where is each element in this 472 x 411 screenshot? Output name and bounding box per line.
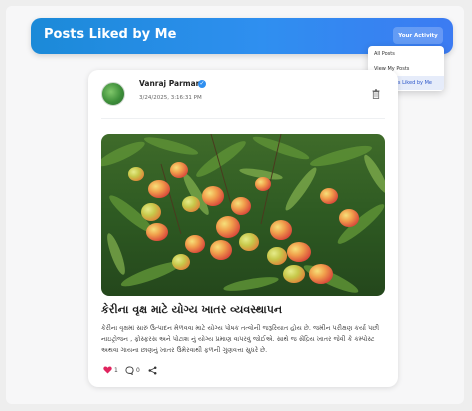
your-activity-button[interactable]: Your Activity xyxy=(393,27,443,44)
page-title: Posts Liked by Me xyxy=(44,27,177,42)
post-body: કેરીના વૃક્ષમાં સારું ઉત્પાદન મેળવવા માટ… xyxy=(101,324,380,354)
post-image xyxy=(101,134,385,296)
author-name[interactable]: Vanraj Parmar xyxy=(139,79,199,88)
post-card: Vanraj Parmar ✓ 3/24/2025, 3:16:31 PM કે… xyxy=(88,70,398,387)
comment-button[interactable]: 0 xyxy=(125,366,140,375)
like-button[interactable]: 1 xyxy=(103,366,118,374)
post-title: કેરીના વૃક્ષ માટે યોગ્ય ખાતર વ્યવસ્થાપન xyxy=(101,303,283,316)
post-actions: 1 0 xyxy=(103,366,203,378)
page-background: Posts Liked by Me Your Activity All Post… xyxy=(6,6,464,404)
divider xyxy=(101,118,385,119)
like-count: 1 xyxy=(114,366,118,374)
comment-count: 0 xyxy=(136,367,140,374)
comment-icon xyxy=(125,366,134,375)
heart-icon xyxy=(103,366,112,374)
post-timestamp: 3/24/2025, 3:16:31 PM xyxy=(139,95,202,101)
verified-icon: ✓ xyxy=(198,80,206,88)
menu-item-all-posts[interactable]: All Posts xyxy=(368,47,444,61)
avatar[interactable] xyxy=(101,82,125,106)
share-button[interactable] xyxy=(148,366,157,375)
share-icon xyxy=(148,366,157,375)
trash-icon[interactable] xyxy=(372,89,380,99)
